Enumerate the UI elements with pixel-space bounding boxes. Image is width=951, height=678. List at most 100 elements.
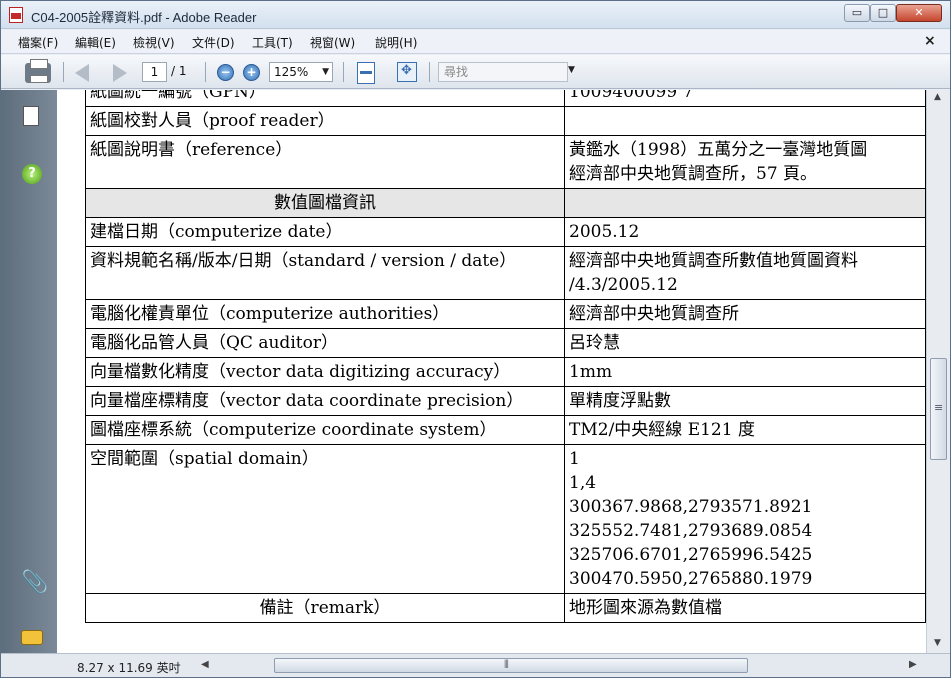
pdf-file-icon xyxy=(9,7,23,23)
navigation-panel: ? 📎 xyxy=(1,90,57,653)
menu-view[interactable]: 檢視(V) xyxy=(133,34,175,51)
field-value-cell: 黃鑑水（1998）五萬分之一臺灣地質圖 經濟部中央地質調查所，57 頁。 xyxy=(564,135,926,189)
field-value-line: 1mm xyxy=(569,362,613,382)
title-bar[interactable]: C04-2005詮釋資料.pdf - Adobe Reader ▭ □ ✕ xyxy=(1,1,950,29)
metadata-table: 紙圖統一編號（GPN） 1009400099 7 紙圖校對人員（proof read… xyxy=(84,90,926,623)
field-value-line: ​ xyxy=(569,191,921,215)
table-row: 紙圖校對人員（proof reader）​ xyxy=(84,106,926,136)
zoom-level-select[interactable]: 125% ▼ xyxy=(269,62,333,82)
menu-help[interactable]: 說明(H) xyxy=(375,34,417,51)
field-value-line: TM2/中央經線 E121 度 xyxy=(569,420,755,440)
horizontal-scroll-thumb[interactable] xyxy=(274,658,748,673)
vertical-scroll-thumb[interactable] xyxy=(930,358,947,460)
field-value-line: 1 xyxy=(569,449,580,469)
toolbar-separator xyxy=(343,62,344,82)
table-row: 備註（remark） 地形圖來源為數值檔 xyxy=(84,593,926,623)
table-row: 數值圖檔資訊​ xyxy=(84,188,926,218)
zoom-out-icon[interactable]: − xyxy=(217,64,234,81)
field-value-line: 地形圖來源為數值檔 xyxy=(569,598,723,618)
scroll-right-icon[interactable]: ▶ xyxy=(909,659,917,670)
menu-window[interactable]: 視窗(W) xyxy=(310,34,355,51)
field-value-cell: ​ xyxy=(564,188,926,218)
field-name-cell: 建檔日期（computerize date） xyxy=(84,217,566,247)
field-value-line: 1,4 xyxy=(569,473,597,493)
table-row: 向量檔座標精度（vector data coordinate precision… xyxy=(84,386,926,416)
field-value-cell: 1mm xyxy=(564,357,926,387)
field-name-cell: 電腦化權責單位（computerize authorities） xyxy=(84,299,566,329)
next-page-icon[interactable] xyxy=(113,64,127,82)
field-value-line: 黃鑑水（1998）五萬分之一臺灣地質圖 xyxy=(569,140,868,160)
field-name-cell: 紙圖校對人員（proof reader） xyxy=(84,106,566,136)
menu-document[interactable]: 文件(D) xyxy=(192,34,235,51)
page-total: / 1 xyxy=(171,64,187,78)
field-value-line: /4.3/2005.12 xyxy=(569,275,678,295)
close-window-button[interactable]: ✕ xyxy=(896,4,942,22)
maximize-button[interactable]: □ xyxy=(870,4,896,22)
table-row: 向量檔數化精度（vector data digitizing accuracy）… xyxy=(84,357,926,387)
page-number-input[interactable]: 1 xyxy=(142,62,167,82)
field-value-cell: 1009400099 7 xyxy=(564,90,926,107)
field-value-line: 經濟部中央地質調查所 xyxy=(569,304,740,324)
window-title: C04-2005詮釋資料.pdf - Adobe Reader xyxy=(31,10,257,25)
field-value-line: 2005.12 xyxy=(569,222,640,242)
table-row: 建檔日期（computerize date） 2005.12 xyxy=(84,217,926,247)
field-value-line: 300367.9868,2793571.8921 xyxy=(569,497,813,517)
field-value-cell: 呂玲慧 xyxy=(564,328,926,358)
field-value-line: 經濟部中央地質調查所數值地質圖資料 xyxy=(569,251,859,271)
table-row: 紙圖說明書（reference） 黃鑑水（1998）五萬分之一臺灣地質圖 經濟部中央… xyxy=(84,135,926,189)
app-window: C04-2005詮釋資料.pdf - Adobe Reader ▭ □ ✕ 檔案… xyxy=(0,0,951,678)
field-value-cell: 1 1,4 300367.9868,2793571.8921 325552.7481,… xyxy=(564,444,926,594)
menu-file[interactable]: 檔案(F) xyxy=(18,34,58,51)
pages-icon[interactable] xyxy=(19,103,39,126)
field-value-line: 325706.6701,2765996.5425 xyxy=(569,545,813,565)
document-view[interactable]: 紙圖統一編號（GPN） 1009400099 7 紙圖校對人員（proof read… xyxy=(57,90,926,653)
field-name-cell: 向量檔數化精度（vector data digitizing accuracy） xyxy=(84,357,566,387)
fit-width-icon[interactable] xyxy=(357,62,375,84)
toolbar-separator xyxy=(429,62,430,82)
table-row: 電腦化權責單位（computerize authorities） 經濟部中央地質調… xyxy=(84,299,926,329)
vertical-scrollbar[interactable]: ▲ ▼ xyxy=(926,90,950,653)
scroll-up-icon[interactable]: ▲ xyxy=(934,92,941,102)
fit-window-icon[interactable] xyxy=(397,62,417,82)
field-value-cell: 經濟部中央地質調查所 xyxy=(564,299,926,329)
comments-icon[interactable] xyxy=(21,630,43,645)
toolbar-separator xyxy=(205,62,206,82)
field-value-cell: 2005.12 xyxy=(564,217,926,247)
field-name-cell: 紙圖說明書（reference） xyxy=(84,135,566,189)
field-value-cell: 經濟部中央地質調查所數值地質圖資料/4.3/2005.12 xyxy=(564,246,926,300)
search-options-chevron-icon[interactable]: ▼ xyxy=(568,65,575,87)
field-name-cell: 圖檔座標系統（computerize coordinate system） xyxy=(84,415,566,445)
help-icon[interactable]: ? xyxy=(22,164,42,184)
field-name-cell: 電腦化品管人員（QC auditor） xyxy=(84,328,566,358)
field-value-line: 經濟部中央地質調查所，57 頁。 xyxy=(569,164,818,184)
table-row: 圖檔座標系統（computerize coordinate system） TM2… xyxy=(84,415,926,445)
menu-tools[interactable]: 工具(T) xyxy=(252,34,293,51)
field-name-cell: 備註（remark） xyxy=(84,593,566,623)
field-name-cell: 空間範圍（spatial domain） xyxy=(84,444,566,594)
field-value-cell: TM2/中央經線 E121 度 xyxy=(564,415,926,445)
search-input[interactable]: 尋找 xyxy=(438,62,568,82)
attachment-paperclip-icon[interactable]: 📎 xyxy=(21,570,48,595)
toolbar-separator xyxy=(63,62,64,82)
minimize-button[interactable]: ▭ xyxy=(844,4,870,22)
zoom-level-value: 125% xyxy=(274,65,309,79)
close-document-button[interactable]: × xyxy=(924,33,936,49)
menu-edit[interactable]: 編輯(E) xyxy=(75,34,116,51)
zoom-in-icon[interactable]: + xyxy=(243,64,260,81)
previous-page-icon[interactable] xyxy=(75,64,89,82)
table-row: 紙圖統一編號（GPN） 1009400099 7 xyxy=(84,90,926,107)
field-name-cell: 紙圖統一編號（GPN） xyxy=(84,90,566,107)
field-value-cell: 地形圖來源為數值檔 xyxy=(564,593,926,623)
scroll-down-icon[interactable]: ▼ xyxy=(934,638,941,648)
field-value-line: 1009400099 7 xyxy=(569,90,694,102)
print-icon[interactable] xyxy=(25,59,51,83)
scroll-left-icon[interactable]: ◀ xyxy=(201,659,209,670)
table-row: 空間範圍（spatial domain） 1 1,4 300367.9868,2793… xyxy=(84,444,926,594)
field-value-line: ​ xyxy=(569,109,921,133)
field-value-cell: 單精度浮點數 xyxy=(564,386,926,416)
chevron-down-icon: ▼ xyxy=(322,67,329,77)
page-size-readout: 8.27 x 11.69 英吋 xyxy=(77,661,181,675)
table-row: 資料規範名稱/版本/日期（standard / version / date）經… xyxy=(84,246,926,300)
field-name-cell: 向量檔座標精度（vector data coordinate precision… xyxy=(84,386,566,416)
menu-bar: 檔案(F) 編輯(E) 檢視(V) 文件(D) 工具(T) 視窗(W) 說明(H… xyxy=(1,30,950,54)
